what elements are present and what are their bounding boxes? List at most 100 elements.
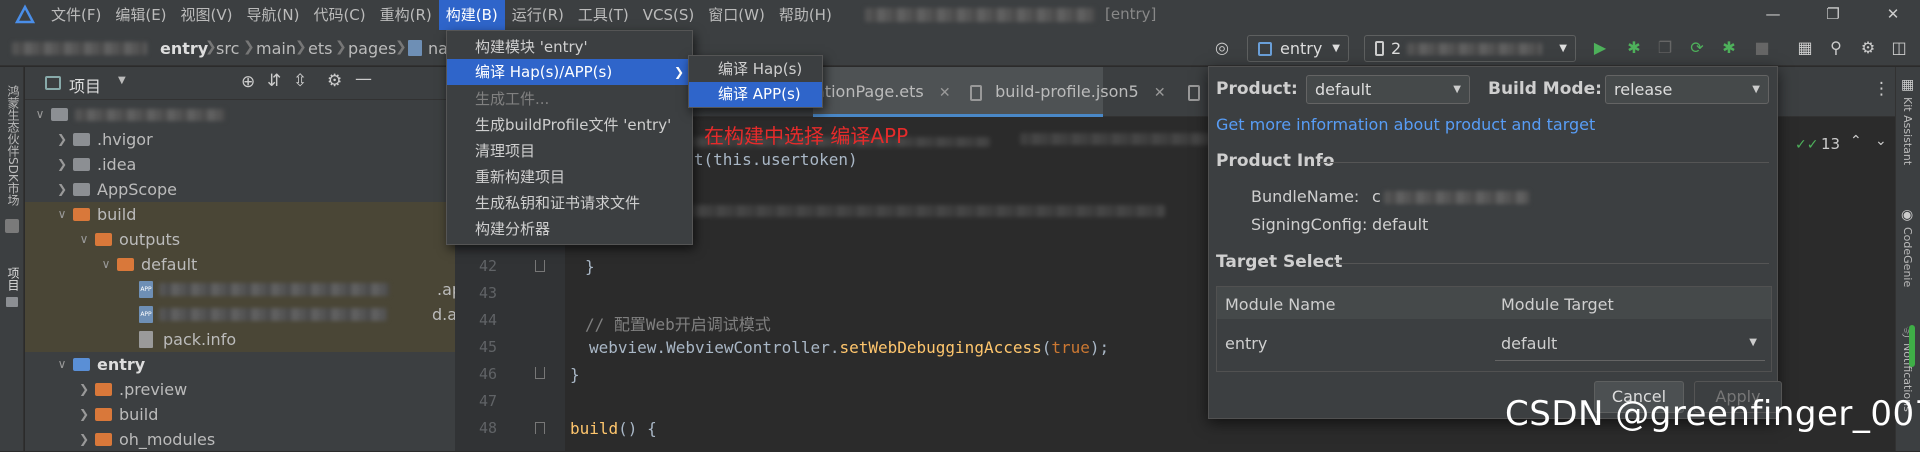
profile-icon[interactable]: ✱ xyxy=(1719,38,1739,58)
code-toast-fragment: oast(this.usertoken) xyxy=(665,150,858,169)
build-submenu-item-label: 编译 APP(s) xyxy=(718,85,801,103)
menu-file[interactable]: 文件(F) xyxy=(44,0,108,30)
tree-item[interactable]: ∨ outputs xyxy=(25,227,455,252)
run-config-select[interactable]: entry ▼ xyxy=(1247,35,1349,62)
expand-all-icon[interactable]: ⇵ xyxy=(267,71,281,91)
product-target-info-link[interactable]: Get more information about product and t… xyxy=(1216,115,1595,134)
tree-item[interactable]: ❯ oh_modules xyxy=(25,427,455,452)
layout-icon[interactable]: ◫ xyxy=(1889,38,1909,58)
tree-item[interactable]: APP.app xyxy=(25,277,472,302)
chevron-right-icon[interactable]: ❯ xyxy=(55,152,69,177)
gear-icon[interactable]: ⚙ xyxy=(327,71,342,91)
restore-icon[interactable]: ❐ xyxy=(1810,0,1856,28)
device-select[interactable]: 2 ▼ xyxy=(1364,35,1576,62)
chevron-right-icon[interactable]: ❯ xyxy=(77,402,91,427)
menu-view[interactable]: 视图(V) xyxy=(174,0,240,30)
close-tab-icon[interactable]: ✕ xyxy=(939,85,951,101)
stop-icon[interactable]: ■ xyxy=(1752,38,1772,58)
code-object: webview.WebviewController. xyxy=(589,338,840,357)
tree-item[interactable]: ∨ default xyxy=(25,252,455,277)
build-menu-item[interactable]: 生成buildProfile文件 'entry' xyxy=(447,112,692,138)
tree-item[interactable]: ❯ build xyxy=(25,402,455,427)
chevron-down-icon[interactable]: ∨ xyxy=(55,352,69,377)
project-tool-tab[interactable]: 项目 xyxy=(5,267,22,291)
chevron-up-icon[interactable]: ⌃ xyxy=(1850,133,1862,149)
chevron-down-icon[interactable]: ▼ xyxy=(118,75,126,86)
tree-item[interactable]: ∨ build xyxy=(25,202,455,227)
tree-item[interactable]: ∨ xyxy=(25,102,455,127)
menu-help[interactable]: 帮助(H) xyxy=(772,0,839,30)
tree-item[interactable]: pack.info xyxy=(25,327,455,352)
chevron-right-icon[interactable]: ❯ xyxy=(55,177,69,202)
attach-debugger-icon[interactable]: ❐ xyxy=(1655,38,1675,58)
breadcrumb-file[interactable]: na xyxy=(428,39,448,58)
chevron-right-icon[interactable]: ❯ xyxy=(77,377,91,402)
chevron-right-icon[interactable]: ❯ xyxy=(77,427,91,452)
chevron-down-icon[interactable]: ∨ xyxy=(99,252,113,277)
code-tail: () { xyxy=(618,419,657,438)
chevron-down-icon[interactable]: ∨ xyxy=(77,227,91,252)
collapse-all-icon[interactable]: ⇳ xyxy=(293,71,307,91)
chevron-right-icon[interactable]: ❯ xyxy=(55,127,69,152)
tree-item[interactable]: ❯ .idea xyxy=(25,152,455,177)
locate-icon[interactable]: ⊕ xyxy=(241,72,255,92)
tree-item[interactable]: ❯ .preview xyxy=(25,377,455,402)
build-menu-item[interactable]: 编译 Hap(s)/APP(s) ❯ xyxy=(447,59,692,85)
folder-icon xyxy=(73,133,90,146)
build-menu-item[interactable]: 构建模块 'entry' xyxy=(447,34,692,60)
search-icon[interactable]: ⚲ xyxy=(1826,38,1846,58)
codegenie-tab[interactable]: CodeGenie xyxy=(1901,227,1914,287)
build-submenu-item[interactable]: 编译 Hap(s) xyxy=(689,57,822,82)
menu-code[interactable]: 代码(C) xyxy=(306,0,372,30)
tree-item[interactable]: APPd.app xyxy=(25,302,477,327)
breadcrumb-ets[interactable]: ets xyxy=(308,39,332,58)
fold-marker-icon[interactable] xyxy=(535,367,545,379)
breadcrumb-module[interactable]: entry xyxy=(160,39,208,58)
menu-run[interactable]: 运行(R) xyxy=(505,0,571,30)
fold-marker-icon[interactable] xyxy=(535,422,545,434)
menu-vcs[interactable]: VCS(S) xyxy=(636,0,701,30)
tree-item[interactable]: ❯ AppScope xyxy=(25,177,455,202)
menu-edit[interactable]: 编辑(E) xyxy=(108,0,173,30)
menu-navigate[interactable]: 导航(N) xyxy=(240,0,307,30)
menu-refactor[interactable]: 重构(R) xyxy=(373,0,439,30)
project-panel-title[interactable]: 项目 xyxy=(69,73,101,97)
chevron-down-icon[interactable]: ⌄ xyxy=(1875,133,1887,149)
build-submenu-item[interactable]: 编译 APP(s) xyxy=(689,82,822,107)
build-menu-item[interactable]: 重新构建项目 xyxy=(447,164,692,190)
tab-build-profile[interactable]: build-profile.json5 ✕ xyxy=(960,67,1178,117)
fold-marker-icon[interactable] xyxy=(535,260,545,272)
hide-panel-icon[interactable]: — xyxy=(355,69,372,89)
close-icon[interactable]: ✕ xyxy=(1870,0,1916,28)
product-select[interactable]: default ▼ xyxy=(1306,75,1470,104)
tree-item[interactable]: ∨ entry xyxy=(25,352,455,377)
inspection-count[interactable]: 13 xyxy=(1821,135,1840,153)
menu-build[interactable]: 构建(B) xyxy=(438,0,505,30)
menu-tools[interactable]: 工具(T) xyxy=(571,0,636,30)
build-menu-item[interactable]: 构建分析器 xyxy=(447,216,692,242)
line-number: 47 xyxy=(478,392,497,410)
debug-icon[interactable]: ✱ xyxy=(1624,38,1644,58)
chevron-down-icon[interactable]: ∨ xyxy=(33,102,47,127)
project-structure-icon[interactable]: ▦ xyxy=(1795,38,1815,58)
kit-assistant-tab[interactable]: Kit Assistant xyxy=(1901,97,1914,165)
module-target-select[interactable]: default ▼ xyxy=(1495,325,1765,361)
chevron-down-icon[interactable]: ∨ xyxy=(55,202,69,227)
minimize-icon[interactable]: — xyxy=(1750,0,1796,28)
rerun-icon[interactable]: ⟳ xyxy=(1687,38,1707,58)
close-tab-icon[interactable]: ✕ xyxy=(1154,85,1166,101)
build-mode-select[interactable]: release ▼ xyxy=(1605,75,1769,104)
build-menu-item[interactable]: 清理项目 xyxy=(447,138,692,164)
target-icon[interactable]: ◎ xyxy=(1212,38,1232,58)
column-module-name: Module Name xyxy=(1225,295,1336,314)
menu-window[interactable]: 窗口(W) xyxy=(701,0,772,30)
harmony-sdk-market-tab[interactable]: 鸿蒙生态伙伴SDK市场 xyxy=(5,85,22,206)
build-menu-item[interactable]: 生成私钥和证书请求文件 xyxy=(447,190,692,216)
run-icon[interactable]: ▶ xyxy=(1590,38,1610,58)
tree-item[interactable]: ❯ .hvigor xyxy=(25,127,455,152)
more-tabs-icon[interactable]: ⋮ xyxy=(1873,79,1890,99)
breadcrumb-src[interactable]: src xyxy=(216,39,239,58)
gear-icon[interactable]: ⚙ xyxy=(1858,38,1878,58)
breadcrumb-main[interactable]: main xyxy=(256,39,296,58)
breadcrumb-pages[interactable]: pages xyxy=(348,39,396,58)
